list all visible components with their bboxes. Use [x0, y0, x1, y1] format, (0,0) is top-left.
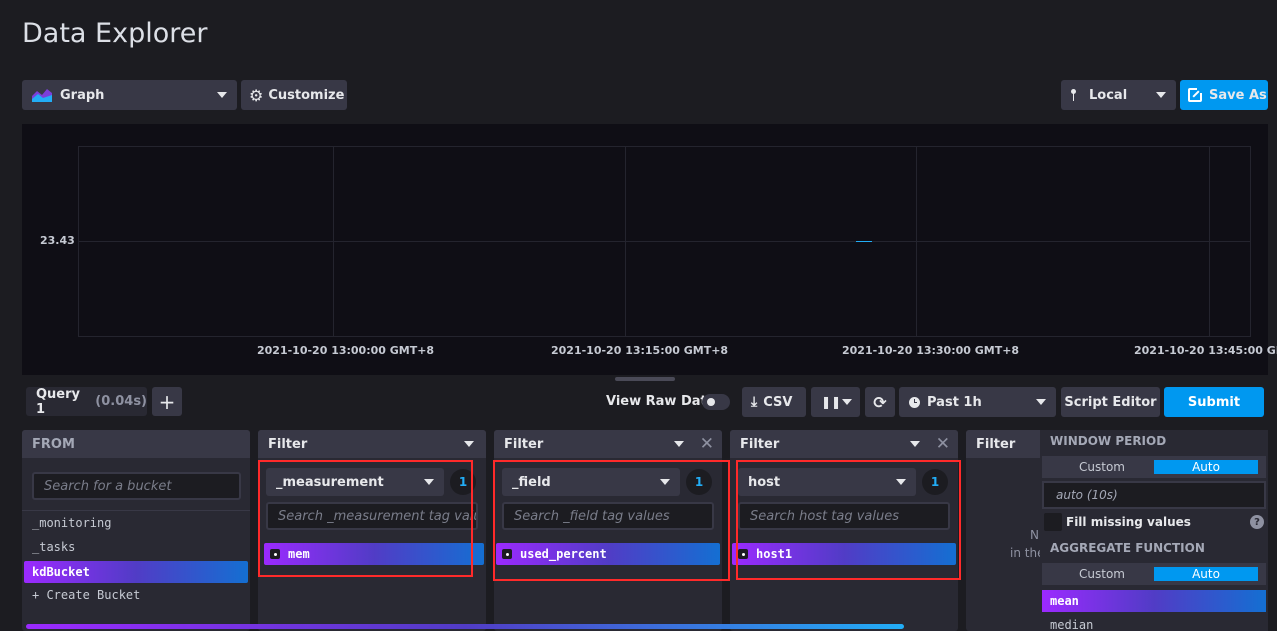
x-tick-label: 2021-10-20 13:30:00 GMT+8 — [842, 344, 1020, 357]
x-tick-label: 2021-10-20 13:00:00 GMT+8 — [257, 344, 435, 357]
query-tab[interactable]: Query 1 (0.04s) — [26, 386, 147, 417]
timezone-dropdown[interactable]: Local — [1061, 80, 1176, 110]
filter-header: Filter — [740, 436, 780, 452]
grid-line — [78, 146, 1251, 147]
bucket-item-selected[interactable]: kdBucket — [24, 561, 248, 583]
export-icon — [1188, 87, 1203, 102]
window-period-input[interactable]: auto (10s) — [1042, 481, 1266, 509]
timezone-label: Local — [1089, 87, 1128, 103]
auto-option[interactable]: Auto — [1154, 460, 1258, 474]
grid-line — [333, 146, 334, 336]
from-header: FROM — [22, 430, 250, 458]
grid-line — [916, 146, 917, 336]
filter-header: Filter — [966, 430, 1046, 458]
page-title: Data Explorer — [22, 18, 208, 49]
custom-option[interactable]: Custom — [1050, 460, 1154, 474]
aggregate-panel: WINDOW PERIOD Custom Auto auto (10s) Fil… — [1040, 430, 1268, 631]
create-bucket-link[interactable]: + Create Bucket — [32, 588, 140, 602]
window-period-header: WINDOW PERIOD — [1050, 434, 1167, 448]
add-query-button[interactable]: + — [152, 387, 182, 416]
aggregate-function-selected[interactable]: mean — [1042, 590, 1266, 612]
aggregate-toggle[interactable]: Custom Auto — [1042, 563, 1266, 585]
view-raw-label: View Raw Data — [606, 394, 716, 409]
y-tick-label: 23.43 — [40, 234, 75, 247]
bucket-item[interactable]: _monitoring — [32, 516, 111, 530]
graph-type-dropdown[interactable]: Graph — [22, 80, 237, 110]
from-panel: FROM Search for a bucket _monitoring _ta… — [22, 430, 250, 631]
save-as-label: Save As — [1209, 87, 1267, 103]
time-range-dropdown[interactable]: Past 1h — [899, 387, 1056, 417]
close-icon[interactable]: ✕ — [936, 434, 950, 454]
chevron-down-icon[interactable] — [910, 441, 920, 447]
save-as-button[interactable]: Save As — [1180, 80, 1268, 110]
grid-line — [625, 146, 626, 336]
auto-option[interactable]: Auto — [1154, 567, 1258, 581]
grid-line — [78, 241, 1251, 242]
pause-icon: ❚❚ — [821, 395, 842, 409]
download-icon: ⤓ — [751, 394, 758, 410]
view-raw-toggle[interactable] — [702, 394, 730, 410]
gear-icon: ⚙ — [249, 85, 264, 105]
graph-icon — [32, 88, 52, 102]
filter-header: Filter — [504, 436, 544, 452]
aggregate-function-item[interactable]: median — [1050, 618, 1093, 631]
grid-line — [78, 336, 1251, 337]
window-period-toggle[interactable]: Custom Auto — [1042, 456, 1266, 478]
fill-missing-checkbox[interactable] — [1044, 513, 1062, 531]
filter-header: Filter — [268, 436, 308, 452]
grid-line — [78, 146, 79, 336]
fill-missing-label: Fill missing values — [1066, 515, 1191, 529]
submit-label: Submit — [1187, 394, 1241, 410]
close-icon[interactable]: ✕ — [700, 434, 714, 454]
highlight-box — [736, 460, 961, 580]
grid-line — [1250, 146, 1251, 336]
graph-area[interactable]: 23.43 2021-10-20 13:00:00 GMT+8 2021-10-… — [22, 124, 1277, 375]
query-tab-label: Query 1 — [36, 386, 81, 417]
grid-line — [1209, 146, 1210, 336]
pin-icon — [1071, 89, 1076, 101]
chevron-down-icon — [1156, 92, 1166, 98]
chevron-down-icon — [1036, 399, 1046, 405]
submit-button[interactable]: Submit — [1164, 387, 1264, 417]
x-tick-label: 2021-10-20 13:15:00 GMT+8 — [551, 344, 729, 357]
script-editor-label: Script Editor — [1064, 394, 1157, 410]
help-icon[interactable]: ? — [1250, 515, 1264, 529]
x-tick-label: 2021-10-20 13:45:00 GMT+8 — [1134, 344, 1277, 357]
csv-label: CSV — [763, 394, 793, 410]
script-editor-button[interactable]: Script Editor — [1061, 387, 1160, 417]
resize-handle[interactable] — [615, 377, 675, 381]
highlight-box — [258, 460, 473, 577]
refresh-button[interactable]: ⟳ — [865, 387, 895, 417]
empty-hint: N — [1030, 528, 1039, 542]
horizontal-scrollbar[interactable] — [26, 624, 904, 629]
customize-label: Customize — [268, 87, 345, 103]
chevron-down-icon[interactable] — [674, 441, 684, 447]
filter-panel-empty: Filter N in the — [966, 430, 1046, 631]
bucket-item[interactable]: _tasks — [32, 540, 75, 554]
pause-dropdown[interactable]: ❚❚ — [811, 387, 860, 417]
chevron-down-icon — [842, 399, 852, 405]
refresh-icon: ⟳ — [873, 392, 887, 412]
csv-button[interactable]: ⤓ CSV — [742, 387, 806, 417]
custom-option[interactable]: Custom — [1050, 567, 1154, 581]
chevron-down-icon[interactable] — [464, 441, 474, 447]
graph-type-label: Graph — [60, 87, 105, 103]
chevron-down-icon — [217, 92, 227, 98]
clock-icon — [909, 396, 920, 408]
highlight-box — [493, 460, 730, 581]
series-line — [856, 241, 872, 242]
time-range-label: Past 1h — [927, 394, 982, 410]
aggregate-function-header: AGGREGATE FUNCTION — [1050, 541, 1205, 555]
query-tab-time: (0.04s) — [95, 394, 147, 409]
plus-icon: + — [158, 389, 176, 414]
bucket-search-input[interactable]: Search for a bucket — [32, 472, 241, 500]
customize-button[interactable]: ⚙ Customize — [241, 80, 347, 110]
